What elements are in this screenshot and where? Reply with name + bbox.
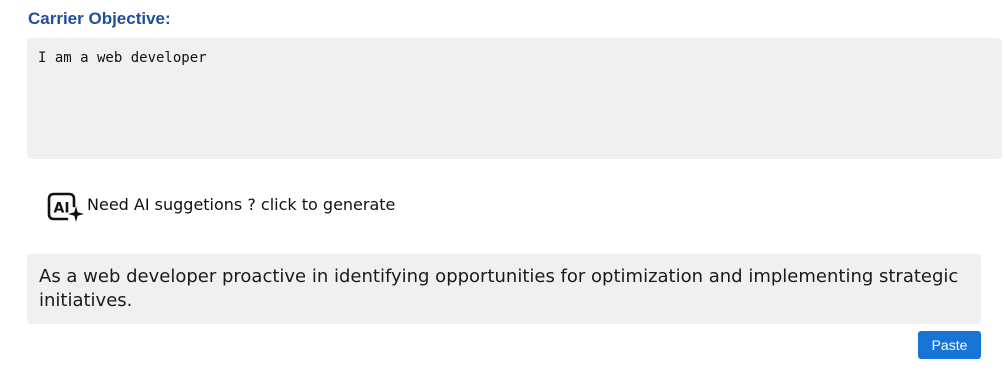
svg-text:AI: AI — [54, 201, 70, 217]
ai-suggestion-output: As a web developer proactive in identify… — [27, 254, 981, 324]
carrier-objective-form: Carrier Objective: I am a web developer … — [0, 0, 1004, 371]
paste-button[interactable]: Paste — [918, 331, 981, 359]
ai-suggestion-text[interactable]: Need AI suggetions ? click to generate — [87, 195, 395, 214]
carrier-objective-textarea[interactable]: I am a web developer — [27, 38, 1002, 159]
ai-suggestion-link[interactable]: AI Need AI suggetions ? click to generat… — [47, 191, 395, 225]
carrier-objective-label: Carrier Objective: — [28, 9, 171, 28]
ai-sparkle-icon[interactable]: AI — [47, 191, 87, 225]
